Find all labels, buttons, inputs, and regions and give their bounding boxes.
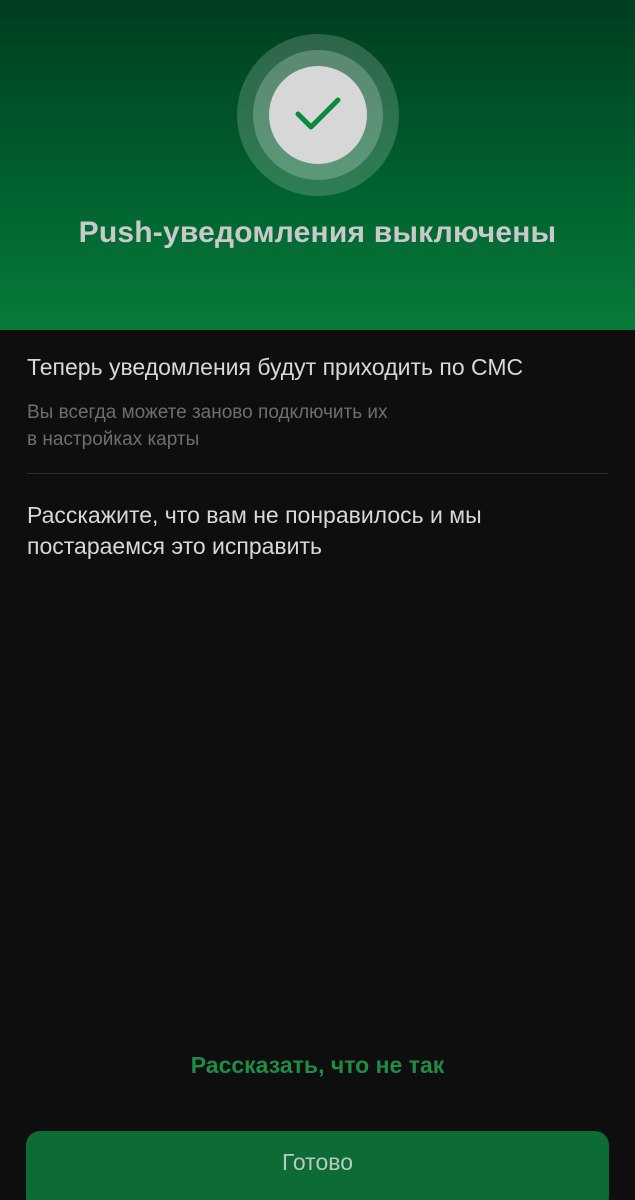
push-disabled-screen: Push-уведомления выключены Теперь уведом… xyxy=(0,0,635,1200)
tell-what-wrong-link[interactable]: Рассказать, что не так xyxy=(0,1052,635,1079)
sms-info-title: Теперь уведомления будут приходить по СМ… xyxy=(27,354,524,380)
success-header: Push-уведомления выключены xyxy=(0,0,635,330)
subtitle-line: Вы всегда можете заново подключить их xyxy=(27,402,388,423)
feedback-line: Расскажите, что вам не понравилось и мы xyxy=(27,502,482,528)
divider xyxy=(27,473,608,474)
page-title: Push-уведомления выключены xyxy=(78,216,557,249)
sms-info-subtitle: Вы всегда можете заново подключить их в … xyxy=(27,399,587,453)
feedback-prompt: Расскажите, что вам не понравилось и мы … xyxy=(27,500,607,562)
subtitle-line: в настройках карты xyxy=(27,429,200,450)
done-button[interactable]: Готово xyxy=(26,1131,609,1200)
feedback-line: постараемся это исправить xyxy=(27,533,323,559)
check-icon xyxy=(295,97,341,130)
